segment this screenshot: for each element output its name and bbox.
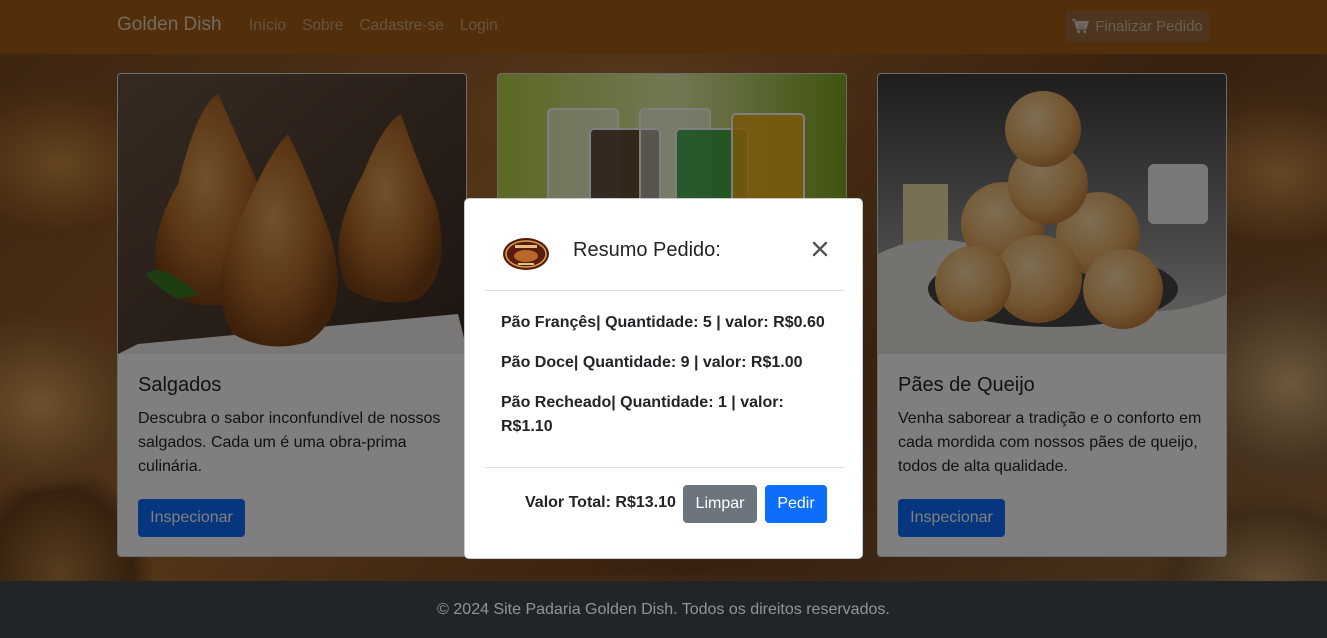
clear-button[interactable]: Limpar <box>683 485 757 523</box>
order-button[interactable]: Pedir <box>765 485 827 523</box>
order-summary-modal: Resumo Pedido: Pão Françês| Quantidade: … <box>464 198 863 559</box>
order-item: Pão Françês| Quantidade: 5 | valor: R$0.… <box>501 314 825 331</box>
close-icon[interactable] <box>811 240 829 258</box>
modal-body: Pão Françês| Quantidade: 5 | valor: R$0.… <box>501 311 831 455</box>
order-total: Valor Total: R$13.10 <box>525 494 676 511</box>
footer: © 2024 Site Padaria Golden Dish. Todos o… <box>0 581 1327 638</box>
modal-footer: Valor Total: R$13.10 Limpar Pedir <box>485 467 844 560</box>
order-item: Pão Recheado| Quantidade: 1 | valor: R$1… <box>501 394 784 435</box>
order-item: Pão Doce| Quantidade: 9 | valor: R$1.00 <box>501 354 803 371</box>
golden-dish-logo <box>503 238 549 270</box>
modal-header: Resumo Pedido: <box>485 199 844 291</box>
modal-title: Resumo Pedido: <box>573 239 721 261</box>
footer-copyright: © 2024 Site Padaria Golden Dish. Todos o… <box>437 600 890 618</box>
